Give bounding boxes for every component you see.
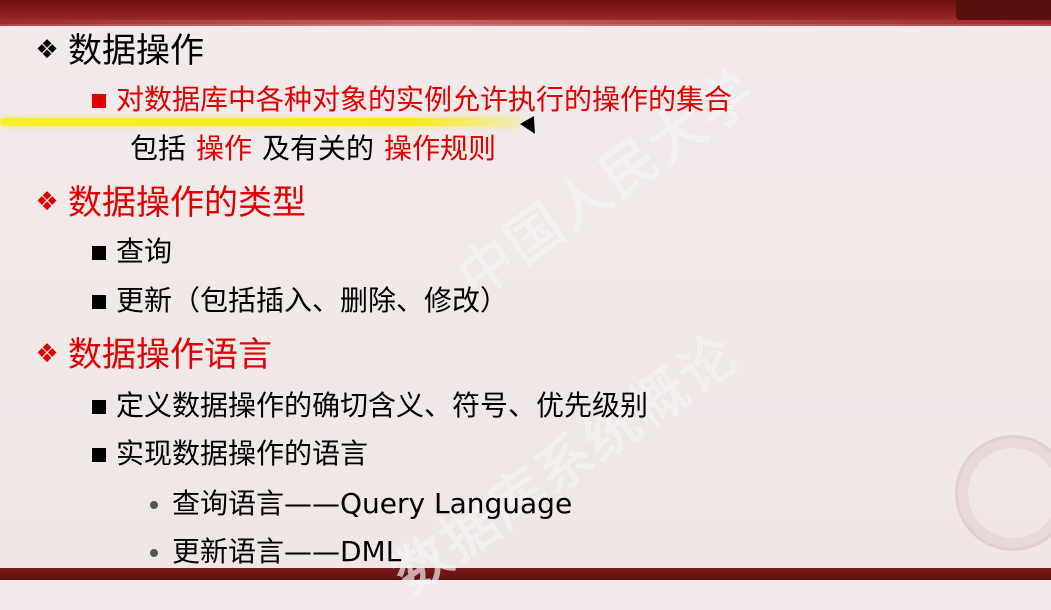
section-1-item-1: 对数据库中各种对象的实例允许执行的操作的集合 xyxy=(92,86,732,114)
section-3-heading: ❖ 数据操作语言 xyxy=(34,338,272,372)
square-bullet-icon xyxy=(92,400,106,414)
section-2-item-2-text: 更新（包括插入、删除、修改） xyxy=(116,284,509,317)
section-2-item-2: 更新（包括插入、删除、修改） xyxy=(92,287,508,315)
dot-bullet-icon xyxy=(150,501,158,509)
section-3-subitem-1-text: 查询语言——Query Language xyxy=(172,487,573,520)
dot-bullet-icon xyxy=(150,549,158,557)
line2-part-1: 包括 xyxy=(130,132,187,165)
section-3-subitem-2-text: 更新语言——DML xyxy=(172,535,402,568)
section-3-item-1: 定义数据操作的确切含义、符号、优先级别 xyxy=(92,392,648,420)
section-3-subitem-1: 查询语言——Query Language xyxy=(150,490,572,518)
section-3-item-2-text: 实现数据操作的语言 xyxy=(116,437,369,470)
section-1-heading: ❖ 数据操作 xyxy=(34,34,204,68)
square-bullet-icon xyxy=(92,246,106,260)
section-2-item-1: 查询 xyxy=(92,238,172,266)
diamond-bullet-icon: ❖ xyxy=(35,187,59,217)
section-3-subitem-2: 更新语言——DML xyxy=(150,538,401,566)
top-band-stripe xyxy=(0,20,1051,26)
square-bullet-icon xyxy=(92,94,106,108)
seal-watermark-icon xyxy=(955,435,1051,551)
square-bullet-icon xyxy=(92,448,106,462)
section-3-item-2: 实现数据操作的语言 xyxy=(92,440,368,468)
line2-part-3: 及有关的 xyxy=(262,132,375,165)
line2-part-2: 操作 xyxy=(196,132,253,165)
section-3-item-1-text: 定义数据操作的确切含义、符号、优先级别 xyxy=(116,389,649,422)
top-right-corner xyxy=(956,0,1051,20)
section-3-title: 数据操作语言 xyxy=(68,335,272,375)
mouse-cursor-icon xyxy=(520,116,542,138)
diamond-bullet-icon: ❖ xyxy=(35,35,59,65)
section-2-heading: ❖ 数据操作的类型 xyxy=(34,186,306,220)
watermark-bottom: 数据库系统概论 xyxy=(380,320,751,608)
section-2-title: 数据操作的类型 xyxy=(68,183,306,223)
highlight-underline xyxy=(0,118,520,126)
bottom-band xyxy=(0,568,1051,580)
section-1-line-1: 对数据库中各种对象的实例允许执行的操作的集合 xyxy=(116,83,733,116)
square-bullet-icon xyxy=(92,295,106,309)
line2-part-4: 操作规则 xyxy=(384,132,497,165)
section-2-item-1-text: 查询 xyxy=(116,235,173,268)
section-1-title: 数据操作 xyxy=(68,31,204,71)
section-1-line-2: 包括 操作 及有关的 操作规则 xyxy=(130,135,496,163)
diamond-bullet-icon: ❖ xyxy=(35,339,59,369)
